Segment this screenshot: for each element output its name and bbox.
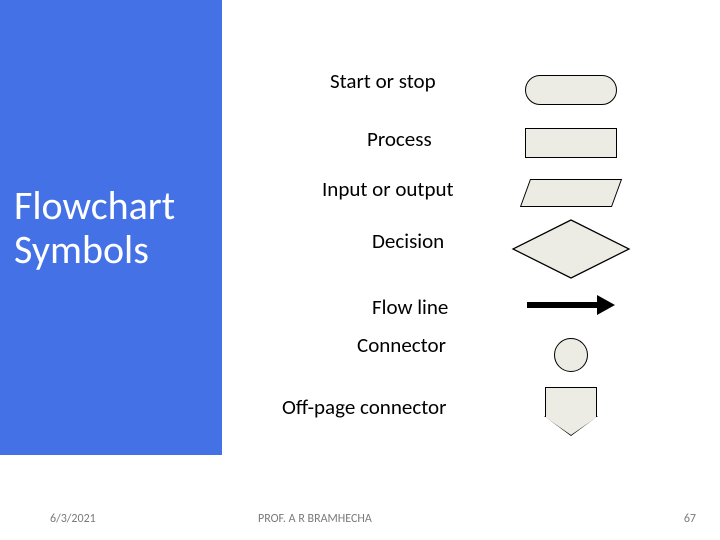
symbol-row-flowline: Flow line [222, 280, 720, 330]
flowline-icon [522, 295, 620, 315]
symbol-row-decision: Decision [222, 218, 720, 280]
symbol-row-connector: Connector [222, 330, 720, 380]
connector-icon [522, 338, 620, 372]
slide-title: Flowchart Symbols [14, 184, 222, 270]
offpage-icon [522, 387, 620, 435]
slide: Flowchart Symbols Start or stop Process … [0, 0, 720, 540]
symbol-label: Off-page connector [282, 394, 446, 420]
terminator-icon [522, 75, 620, 105]
io-icon [522, 179, 620, 207]
symbol-label: Connector [357, 332, 446, 358]
symbol-label: Decision [372, 228, 444, 254]
symbol-label: Process [367, 126, 432, 152]
symbol-label: Start or stop [330, 68, 436, 94]
symbols-list: Start or stop Process Input or output De… [222, 0, 720, 455]
symbol-row-offpage: Off-page connector [222, 380, 720, 442]
title-sidebar: Flowchart Symbols [0, 0, 222, 455]
decision-icon [522, 228, 620, 270]
symbol-row-process: Process [222, 118, 720, 168]
process-icon [522, 128, 620, 158]
page-number: 67 [684, 512, 696, 526]
title-line-2: Symbols [14, 225, 149, 274]
footer-author: PROF. A R BRAMHECHA [258, 512, 372, 526]
slide-footer: 6/3/2021 PROF. A R BRAMHECHA 67 [0, 498, 720, 540]
footer-date: 6/3/2021 [50, 512, 96, 526]
symbol-row-io: Input or output [222, 168, 720, 218]
symbol-label: Flow line [372, 294, 448, 320]
symbol-row-terminator: Start or stop [222, 62, 720, 118]
symbol-label: Input or output [322, 176, 454, 202]
title-line-1: Flowchart [14, 181, 175, 230]
